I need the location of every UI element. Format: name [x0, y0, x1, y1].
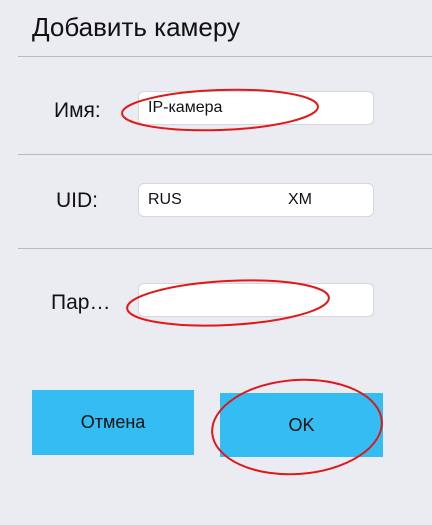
- ok-button[interactable]: OK: [220, 393, 383, 457]
- uid-value-prefix: RUS: [148, 191, 182, 208]
- dialog-title: Добавить камеру: [32, 12, 241, 42]
- password-label: Пар…: [51, 291, 111, 314]
- password-input[interactable]: [138, 283, 374, 317]
- uid-value-suffix: XM: [288, 191, 312, 208]
- name-input[interactable]: IP-камера: [138, 91, 374, 125]
- name-label: Имя:: [54, 99, 101, 122]
- uid-input[interactable]: RUS XM: [138, 183, 374, 217]
- divider: [18, 56, 432, 57]
- add-camera-dialog: Добавить камеру Имя: IP-камера UID: RUS …: [0, 0, 432, 525]
- cancel-button[interactable]: Отмена: [32, 390, 194, 455]
- uid-label: UID:: [56, 189, 98, 212]
- divider: [18, 154, 432, 155]
- divider: [18, 248, 432, 249]
